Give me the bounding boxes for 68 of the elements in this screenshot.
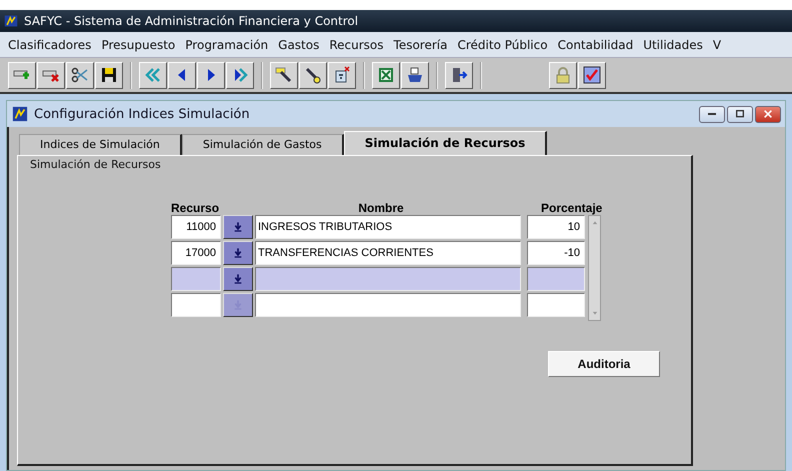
down-arrow-icon	[232, 273, 244, 285]
checkmark-icon	[583, 66, 601, 84]
menu-item[interactable]: Clasificadores	[3, 38, 96, 52]
restore-icon	[734, 108, 746, 120]
nombre-field[interactable]: INGRESOS TRIBUTARIOS	[255, 215, 521, 239]
nombre-field[interactable]	[255, 267, 521, 291]
porcentaje-field[interactable]	[527, 267, 585, 291]
toolbar-button[interactable]	[168, 62, 196, 88]
app-icon	[4, 14, 18, 28]
minimize-icon	[708, 113, 716, 115]
column-header: Porcentaje	[541, 201, 601, 215]
menu-item[interactable]: Presupuesto	[96, 38, 180, 52]
spreadsheet-icon	[377, 66, 395, 84]
close-button[interactable]	[755, 106, 781, 122]
recurso-field[interactable]: 11000	[171, 215, 221, 239]
tab[interactable]: Simulación de Recursos	[344, 131, 548, 155]
toolbar-button[interactable]	[270, 62, 298, 88]
down-arrow-icon	[232, 247, 244, 259]
toolbar-button[interactable]	[95, 62, 123, 88]
nombre-field[interactable]: TRANSFERENCIAS CORRIENTES	[255, 241, 521, 265]
toolbar-button[interactable]	[445, 62, 473, 88]
minimize-button[interactable]	[699, 106, 725, 122]
form-icon	[12, 106, 28, 122]
tab[interactable]: Indices de Simulación	[19, 134, 182, 155]
toolbar-button[interactable]	[299, 62, 327, 88]
recurso-field[interactable]	[171, 267, 221, 291]
menu-item[interactable]: Programación	[180, 38, 274, 52]
porcentaje-field[interactable]: 10	[527, 215, 585, 239]
list-button[interactable]	[223, 241, 253, 265]
column-header: Nombre	[357, 201, 405, 215]
porcentaje-field[interactable]	[527, 293, 585, 317]
menu-item[interactable]: Crédito Público	[452, 38, 553, 52]
door-exit-icon	[450, 66, 468, 84]
menu-item[interactable]: Gastos	[273, 38, 324, 52]
menu-item[interactable]: Tesorería	[388, 38, 452, 52]
porcentaje-field[interactable]: -10	[527, 241, 585, 265]
column-header: Recurso	[171, 201, 220, 215]
maximize-button[interactable]	[727, 106, 753, 122]
tab[interactable]: Simulación de Gastos	[182, 134, 344, 155]
toolbar-button[interactable]	[401, 62, 429, 88]
toolbar-button[interactable]	[328, 62, 356, 88]
scrollbar[interactable]	[588, 215, 601, 321]
menu-item[interactable]: V	[708, 38, 726, 52]
toolbar-button[interactable]	[226, 62, 254, 88]
close-icon	[762, 108, 774, 120]
scissors-icon	[71, 66, 89, 84]
nombre-field[interactable]	[255, 293, 521, 317]
double-left-arrow-icon	[144, 66, 162, 84]
window-title: SAFYC - Sistema de Administración Financiera y Control	[24, 14, 358, 28]
list-button[interactable]	[223, 215, 253, 239]
list-button[interactable]	[223, 267, 253, 291]
down-arrow-icon	[232, 221, 244, 233]
toolbar-button[interactable]	[139, 62, 167, 88]
section-label: Simulación de Recursos	[30, 158, 162, 171]
toolbar-button[interactable]	[66, 62, 94, 88]
toolbar-button[interactable]	[197, 62, 225, 88]
padlock-icon	[554, 66, 572, 84]
auditoria-button[interactable]: Auditoria	[548, 351, 660, 377]
menu-item[interactable]: Utilidades	[638, 38, 708, 52]
menu-item[interactable]: Recursos	[324, 38, 389, 52]
toolbar-button[interactable]	[549, 62, 577, 88]
toolbar-button[interactable]	[578, 62, 606, 88]
menu-item[interactable]: Contabilidad	[552, 38, 638, 52]
toolbar-button[interactable]	[37, 62, 65, 88]
toolbar-button[interactable]	[8, 62, 36, 88]
toolbar-button[interactable]	[372, 62, 400, 88]
recurso-field[interactable]: 17000	[171, 241, 221, 265]
child-window-title: Configuración Indices Simulación	[34, 106, 250, 122]
